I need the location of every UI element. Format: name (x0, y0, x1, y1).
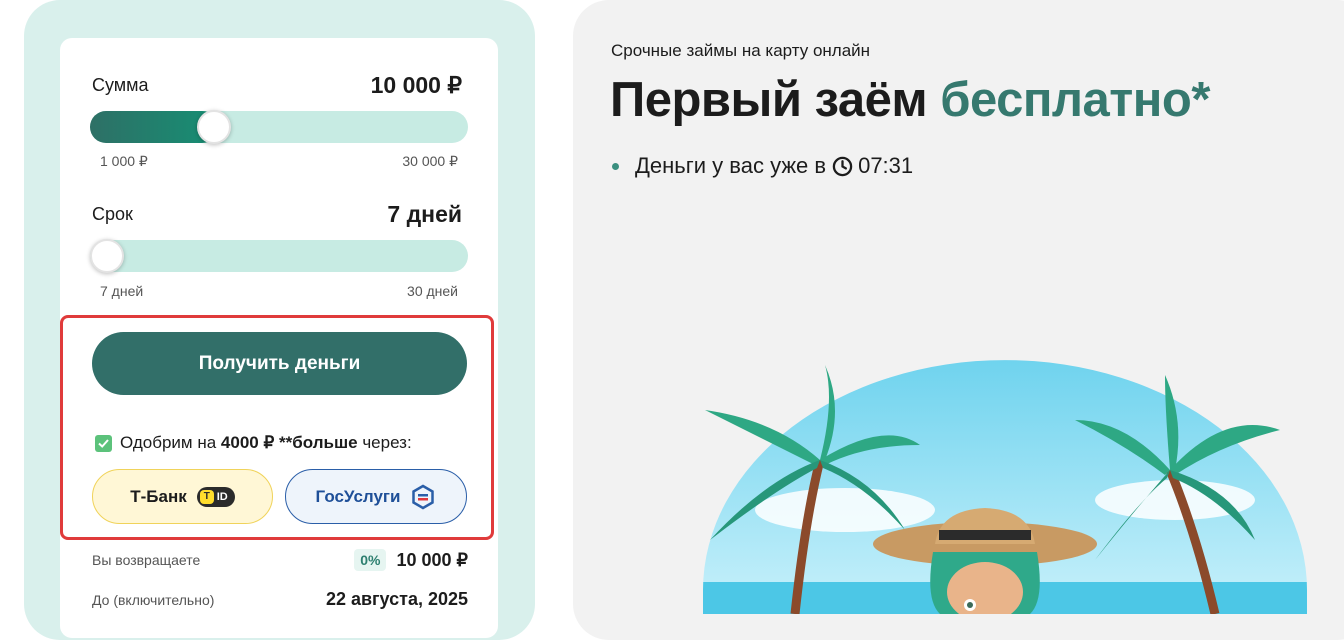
until-value: 22 августа, 2025 (325, 589, 468, 609)
approve-suffix: через: (362, 433, 412, 452)
amount-row: Сумма 10 000 ₽ (92, 70, 468, 101)
gosuslugi-logo-icon (412, 484, 435, 509)
gosuslugi-button[interactable]: ГосУслуги (285, 469, 467, 524)
rate-badge: 0% (354, 549, 387, 571)
tbank-id-icon: T ID (196, 486, 235, 507)
amount-value[interactable]: 10 000 ₽ (364, 70, 468, 101)
bullet-text: Деньги у вас уже в (635, 153, 827, 178)
tbank-shield-icon: T (199, 489, 214, 504)
promo-subtitle: Срочные займы на карту онлайн (611, 41, 871, 60)
until-label: До (включительно) (92, 591, 215, 608)
approve-checkbox[interactable] (95, 434, 112, 452)
return-value: 10 000 ₽ (396, 549, 468, 570)
bullet-dot (612, 162, 619, 170)
tbank-button[interactable]: Т-Банк T ID (92, 469, 273, 524)
until-row: До (включительно) 22 августа, 2025 (92, 589, 468, 610)
term-slider[interactable] (90, 239, 468, 273)
amount-slider[interactable] (90, 110, 468, 144)
term-row: Срок 7 дней (92, 199, 468, 230)
headline-main: Первый заём (610, 73, 928, 127)
clock-icon (832, 156, 853, 176)
term-min-label: 7 дней (100, 283, 144, 299)
approve-row: Одобрим на 4000 ₽ **больше через: (95, 433, 412, 453)
return-row: Вы возвращаете 0% 10 000 ₽ (92, 549, 468, 571)
amount-slider-thumb[interactable] (196, 110, 231, 144)
approve-prefix: Одобрим на (120, 433, 217, 452)
approve-more: **больше (279, 433, 358, 452)
gosuslugi-label: ГосУслуги (315, 486, 401, 506)
headline-accent: бесплатно* (940, 73, 1210, 127)
approve-text: Одобрим на 4000 ₽ **больше через: (120, 433, 412, 453)
term-slider-thumb[interactable] (90, 239, 124, 273)
amount-label: Сумма (92, 75, 149, 95)
tbank-id-badge: ID (216, 490, 228, 503)
term-value[interactable]: 7 дней (381, 199, 468, 230)
promo-bullet: Деньги у вас уже в 07:31 (612, 153, 913, 179)
get-money-button[interactable]: Получить деньги (92, 332, 467, 395)
approve-amount: 4000 ₽ (220, 433, 275, 452)
return-label: Вы возвращаете (92, 552, 201, 568)
promo-headline: Первый заём бесплатно* (610, 72, 1210, 128)
amount-range: 1 000 ₽ 30 000 ₽ (100, 153, 458, 170)
timer-value: 07:31 (858, 153, 914, 178)
tbank-label: Т-Банк (130, 486, 187, 506)
beach-illustration (703, 360, 1307, 614)
term-range: 7 дней 30 дней (100, 283, 458, 299)
term-max-label: 30 дней (407, 283, 458, 299)
amount-min-label: 1 000 ₽ (100, 153, 148, 169)
term-label: Срок (92, 204, 133, 224)
checkbox-check-icon (98, 438, 109, 448)
amount-max-label: 30 000 ₽ (402, 153, 458, 169)
return-value-group: 0% 10 000 ₽ (354, 549, 468, 571)
